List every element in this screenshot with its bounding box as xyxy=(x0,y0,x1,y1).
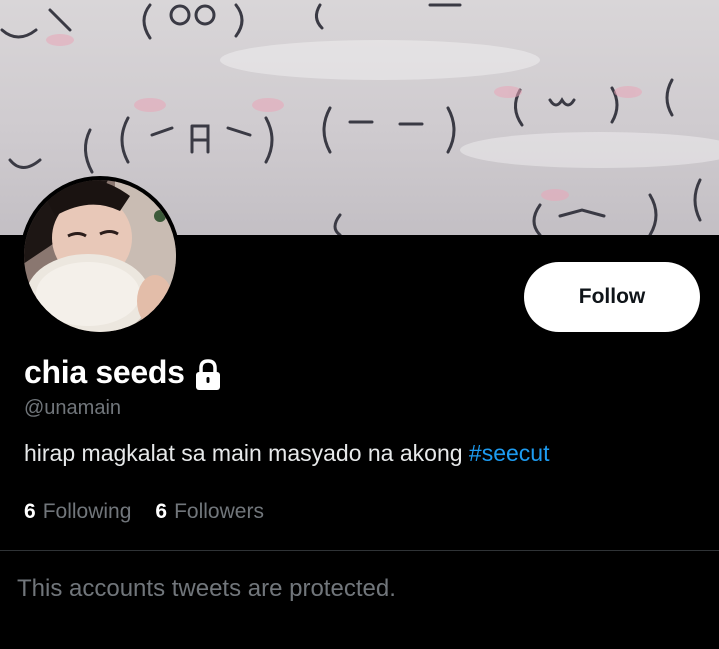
followers-label: Followers xyxy=(174,500,264,523)
profile-name-row: chia seeds xyxy=(24,354,223,391)
followers-count: 6 xyxy=(155,500,168,523)
follow-button[interactable]: Follow xyxy=(524,262,700,332)
lock-icon xyxy=(193,358,223,391)
following-count: 6 xyxy=(24,500,36,523)
profile-stats: 6 Following 6 Followers xyxy=(24,500,264,524)
following-link[interactable]: 6 Following xyxy=(24,500,131,524)
section-divider xyxy=(0,550,719,551)
avatar-photo xyxy=(24,180,176,332)
protected-tweets-message: This accounts tweets are protected. xyxy=(17,575,396,602)
profile-bio: hirap magkalat sa main masyado na akong … xyxy=(24,440,549,467)
bio-text: hirap magkalat sa main masyado na akong xyxy=(24,440,469,466)
profile-handle: @unamain xyxy=(24,397,122,419)
display-name: chia seeds xyxy=(24,354,185,390)
followers-link[interactable]: 6 Followers xyxy=(155,500,264,524)
profile-avatar[interactable] xyxy=(20,176,180,336)
following-label: Following xyxy=(42,500,132,523)
bio-hashtag-link[interactable]: #seecut xyxy=(469,440,550,466)
